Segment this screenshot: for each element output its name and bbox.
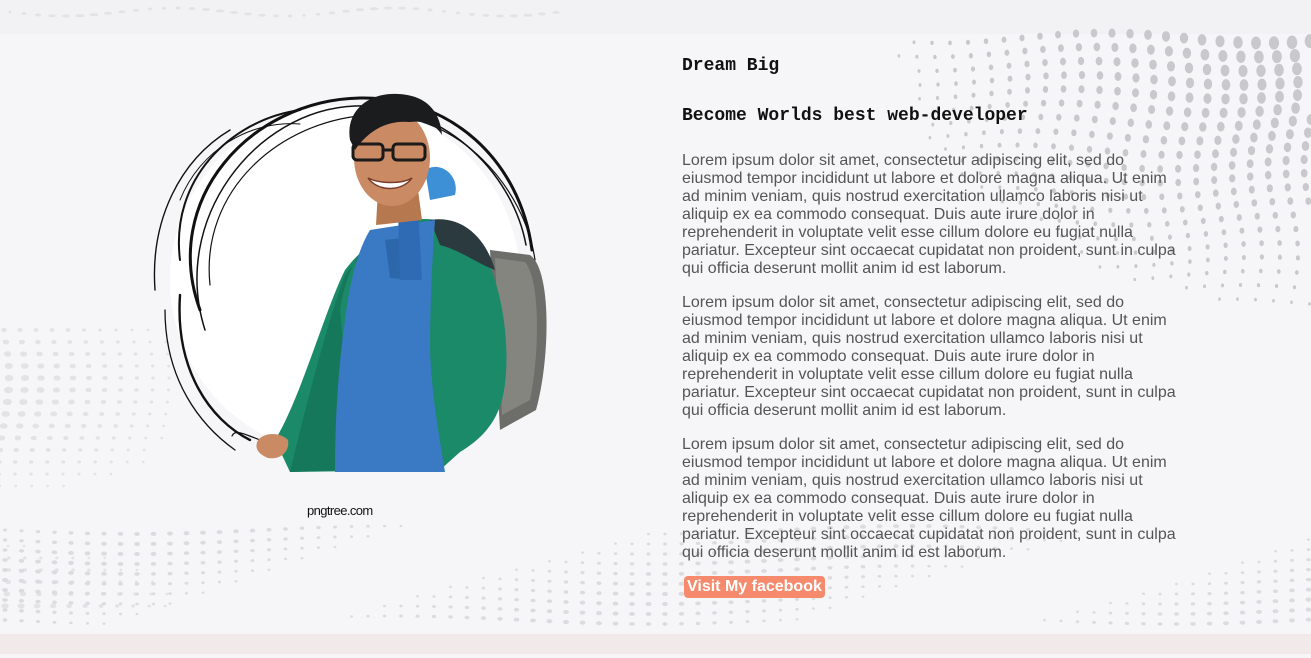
page-title: Dream Big	[682, 56, 780, 76]
page-subtitle: Become Worlds best web-developer	[682, 106, 1028, 126]
bottom-strip	[0, 634, 1311, 654]
intro-paragraph-1: Lorem ipsum dolor sit amet, consectetur …	[682, 152, 1176, 277]
bottom-edge	[0, 654, 1311, 658]
visit-facebook-button[interactable]: Visit My facebook	[684, 576, 825, 598]
page: pngtree.com Dream Big Become Worlds best…	[0, 0, 1311, 658]
hero-content: Dream Big Become Worlds best web-develop…	[682, 55, 1182, 598]
image-watermark: pngtree.com	[307, 503, 373, 518]
profile-illustration	[153, 93, 547, 472]
intro-paragraph-3: Lorem ipsum dolor sit amet, consectetur …	[682, 436, 1176, 561]
top-strip	[0, 0, 1311, 34]
intro-paragraph-2: Lorem ipsum dolor sit amet, consectetur …	[682, 294, 1176, 419]
profile-photo	[140, 80, 560, 530]
